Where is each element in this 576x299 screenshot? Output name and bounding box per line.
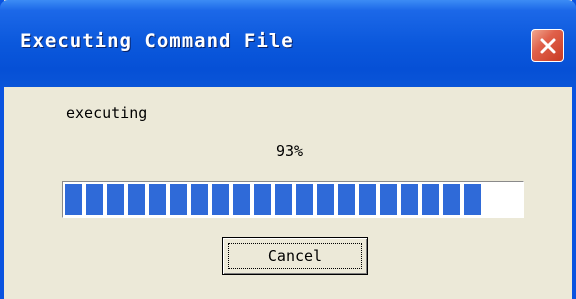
progress-segment <box>254 184 271 215</box>
close-button[interactable] <box>531 29 564 62</box>
progress-track <box>65 184 521 215</box>
progress-segment <box>422 184 439 215</box>
progress-segment <box>275 184 292 215</box>
progress-segment <box>359 184 376 215</box>
progress-segment <box>296 184 313 215</box>
progress-segment <box>170 184 187 215</box>
cancel-button[interactable]: Cancel <box>222 237 368 275</box>
progress-segment <box>464 184 481 215</box>
progress-segment <box>380 184 397 215</box>
progress-segment <box>317 184 334 215</box>
progress-segment <box>65 184 82 215</box>
window-title: Executing Command File <box>20 30 294 52</box>
progress-bar <box>62 181 524 218</box>
progress-segment <box>212 184 229 215</box>
title-bar[interactable]: Executing Command File <box>0 0 576 87</box>
close-icon <box>540 38 555 53</box>
progress-segment <box>401 184 418 215</box>
progress-segment <box>233 184 250 215</box>
progress-segment <box>128 184 145 215</box>
status-label: executing <box>66 104 148 122</box>
progress-segment <box>191 184 208 215</box>
progress-segment <box>443 184 460 215</box>
progress-percent: 93% <box>276 142 304 160</box>
progress-segment <box>107 184 124 215</box>
cancel-button-label: Cancel <box>267 247 323 265</box>
progress-segment <box>86 184 103 215</box>
progress-segment <box>338 184 355 215</box>
dialog-window: Executing Command File executing 93% Can… <box>0 0 576 299</box>
progress-segment <box>149 184 166 215</box>
